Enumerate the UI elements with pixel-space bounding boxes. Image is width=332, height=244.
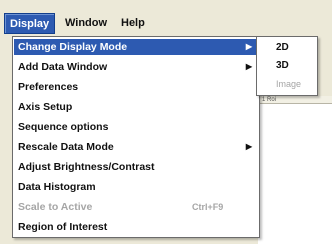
- menu-item-adjust-brightness-contrast[interactable]: Adjust Brightness/Contrast: [14, 159, 258, 175]
- data-view-header: 1 Roi: [258, 96, 332, 104]
- data-view-area[interactable]: [258, 96, 332, 244]
- menu-bar: Display Window Help: [0, 0, 332, 36]
- menu-help[interactable]: Help: [116, 13, 150, 34]
- menu-item-region-of-interest[interactable]: Region of Interest: [14, 219, 258, 235]
- display-menu-dropdown: Change Display Mode ▶ Add Data Window ▶ …: [12, 36, 260, 238]
- submenu-arrow-icon: ▶: [245, 62, 252, 71]
- submenu-arrow-icon: ▶: [245, 42, 252, 51]
- display-mode-submenu: 2D 3D Image: [256, 36, 318, 96]
- submenu-item-image[interactable]: Image: [258, 75, 316, 93]
- submenu-item-2d[interactable]: 2D: [258, 39, 316, 57]
- menu-item-label: Change Display Mode: [18, 41, 128, 53]
- submenu-item-3d[interactable]: 3D: [258, 57, 316, 75]
- menu-item-shortcut: Ctrl+F9: [192, 202, 224, 212]
- data-view-header-label: 1 Roi: [262, 97, 277, 103]
- menu-item-label: Add Data Window: [18, 61, 108, 73]
- submenu-arrow-icon: ▶: [245, 142, 252, 151]
- menu-item-sequence-options[interactable]: Sequence options: [14, 119, 258, 135]
- menu-item-preferences[interactable]: Preferences: [14, 79, 258, 95]
- menu-item-data-histogram[interactable]: Data Histogram: [14, 179, 258, 195]
- menu-item-label: Rescale Data Mode: [18, 141, 114, 153]
- menu-window[interactable]: Window: [60, 13, 112, 34]
- menu-item-label: Scale to Active: [18, 201, 93, 213]
- menu-display[interactable]: Display: [4, 13, 56, 34]
- menu-item-axis-setup[interactable]: Axis Setup: [14, 99, 258, 115]
- menu-item-scale-to-active[interactable]: Scale to Active Ctrl+F9: [14, 199, 258, 215]
- menu-item-add-data-window[interactable]: Add Data Window ▶: [14, 59, 258, 75]
- menu-item-change-display-mode[interactable]: Change Display Mode ▶: [14, 39, 258, 55]
- menu-item-rescale-data-mode[interactable]: Rescale Data Mode ▶: [14, 139, 258, 155]
